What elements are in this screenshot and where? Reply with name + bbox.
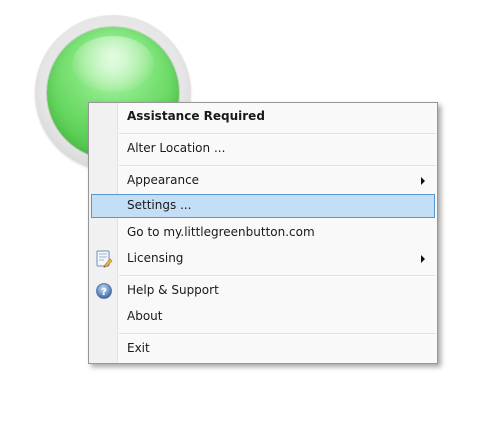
menu-item-alter-location[interactable]: Alter Location ...: [91, 137, 435, 161]
menu-item-label: Go to my.littlegreenbutton.com: [127, 225, 315, 239]
green-button-gloss: [72, 36, 154, 92]
menu-separator: [119, 165, 435, 167]
svg-text:?: ?: [101, 287, 107, 298]
menu-item-appearance[interactable]: Appearance: [91, 169, 435, 193]
menu-item-label: Alter Location ...: [127, 141, 226, 155]
context-menu: Assistance Required Alter Location ... A…: [88, 102, 438, 364]
menu-item-exit[interactable]: Exit: [91, 337, 435, 361]
menu-item-about[interactable]: About: [91, 305, 435, 329]
desktop-canvas: Assistance Required Alter Location ... A…: [0, 0, 502, 440]
license-icon: [96, 250, 113, 268]
menu-separator: [119, 275, 435, 277]
submenu-arrow-icon: [421, 255, 425, 263]
menu-item-label: Settings ...: [127, 198, 192, 212]
menu-item-label: Licensing: [127, 251, 184, 265]
menu-separator: [119, 333, 435, 335]
menu-item-label: Appearance: [127, 173, 200, 187]
menu-item-help-support[interactable]: ? Help & Support: [91, 279, 435, 303]
submenu-arrow-icon: [421, 177, 425, 185]
menu-item-label: About: [127, 309, 163, 323]
menu-item-label: Exit: [127, 341, 150, 355]
menu-item-settings[interactable]: Settings ...: [91, 194, 435, 218]
help-icon: ?: [96, 283, 112, 299]
menu-header-label: Assistance Required: [127, 109, 265, 123]
menu-item-licensing[interactable]: Licensing: [91, 247, 435, 271]
menu-item-go-to-website[interactable]: Go to my.littlegreenbutton.com: [91, 221, 435, 245]
menu-header-assistance-required[interactable]: Assistance Required: [91, 105, 435, 129]
menu-item-label: Help & Support: [127, 283, 219, 297]
menu-separator: [119, 133, 435, 135]
